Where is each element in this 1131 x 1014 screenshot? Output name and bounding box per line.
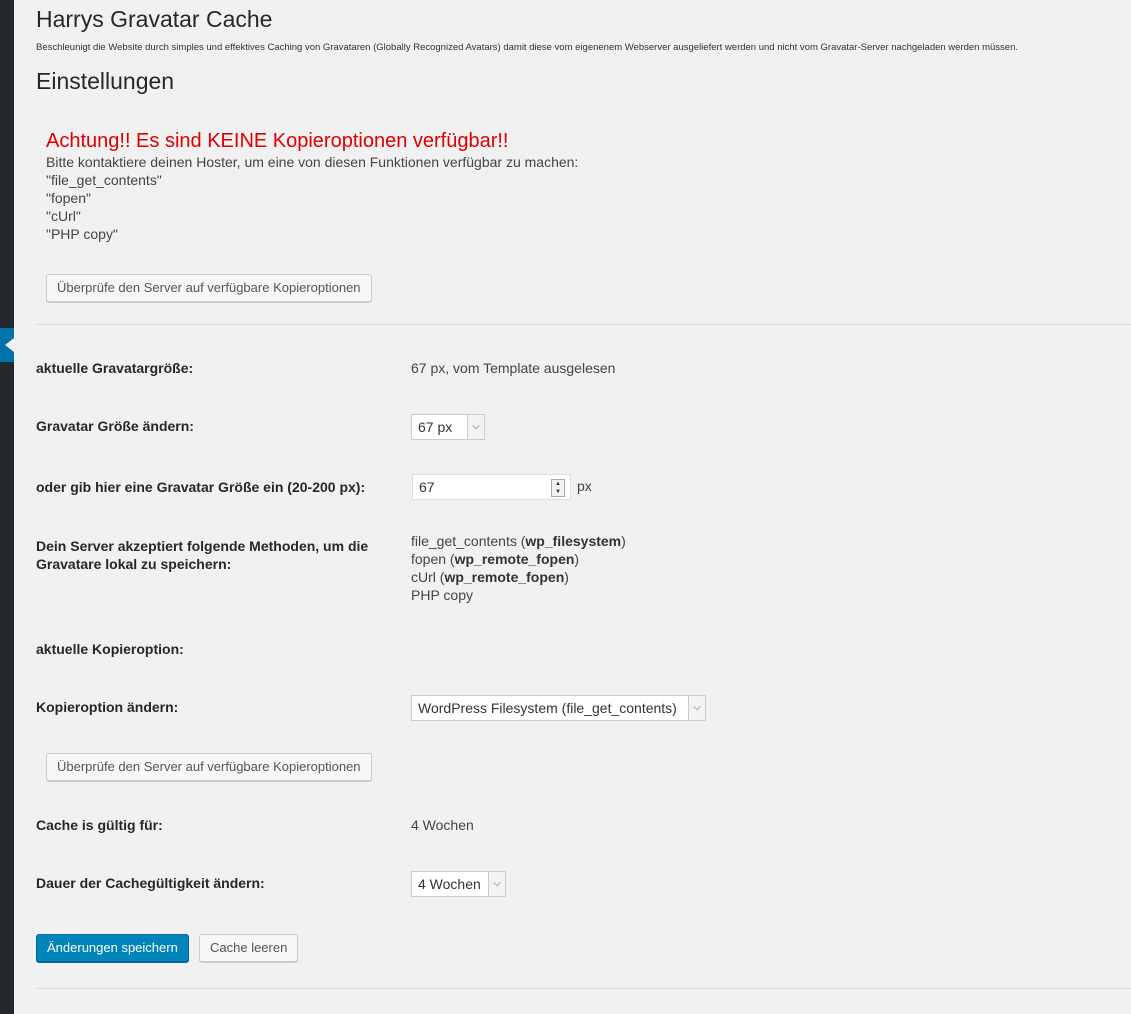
method-item: PHP copy <box>411 587 473 603</box>
custom-size-label: oder gib hier eine Gravatar Größe ein (2… <box>36 479 366 495</box>
divider <box>36 988 1131 989</box>
current-copy-label: aktuelle Kopieroption: <box>36 641 184 657</box>
warning-title: Achtung!! Es sind KEINE Kopieroptionen v… <box>46 130 509 152</box>
method-item: fopen (wp_remote_fopen) <box>411 551 580 567</box>
copy-option-select[interactable]: WordPress Filesystem (file_get_contents)… <box>411 695 706 721</box>
custom-size-value: 67 <box>419 479 435 495</box>
chevron-down-icon: ⌵ <box>488 872 505 896</box>
main-content: Harrys Gravatar Cache Beschleunigt die W… <box>36 0 1131 1014</box>
admin-sidebar <box>0 0 14 1014</box>
spin-down-icon[interactable]: ▼ <box>552 488 564 496</box>
current-menu-arrow-icon <box>5 338 14 352</box>
chevron-down-icon: ⌵ <box>688 696 705 720</box>
cache-valid-value: 4 Wochen <box>411 817 474 833</box>
plugin-description: Beschleunigt die Website durch simples u… <box>36 42 1019 53</box>
spin-up-icon[interactable]: ▲ <box>552 480 564 488</box>
number-spinner[interactable]: ▲ ▼ <box>551 479 565 497</box>
page-title: Harrys Gravatar Cache <box>36 6 273 32</box>
custom-size-unit: px <box>577 478 592 494</box>
check-server-button-top[interactable]: Überprüfe den Server auf verfügbare Kopi… <box>46 274 372 302</box>
chevron-down-icon: ⌵ <box>467 415 484 439</box>
function-item: "PHP copy" <box>46 226 118 242</box>
method-item: cUrl (wp_remote_fopen) <box>411 569 569 585</box>
custom-size-input[interactable]: 67 ▲ ▼ <box>412 474 571 500</box>
gravatar-size-select[interactable]: 67 px ⌵ <box>411 414 485 440</box>
gravatar-size-selected: 67 px <box>418 419 453 435</box>
current-size-value: 67 px, vom Template ausgelesen <box>411 360 616 376</box>
function-item: "fopen" <box>46 190 91 206</box>
methods-list: file_get_contents (wp_filesystem) fopen … <box>411 532 626 604</box>
methods-label: Dein Server akzeptiert folgende Methoden… <box>36 538 369 572</box>
change-size-label: Gravatar Größe ändern: <box>36 418 194 434</box>
change-cache-label: Dauer der Cachegültigkeit ändern: <box>36 875 265 891</box>
section-title: Einstellungen <box>36 68 175 94</box>
divider <box>36 324 1131 325</box>
function-item: "file_get_contents" <box>46 172 162 188</box>
function-item: "cUrl" <box>46 208 81 224</box>
change-copy-label: Kopieroption ändern: <box>36 699 179 715</box>
cache-duration-select[interactable]: 4 Wochen ⌵ <box>411 871 506 897</box>
warning-box: Achtung!! Es sind KEINE Kopieroptionen v… <box>46 129 578 243</box>
check-server-button-bottom[interactable]: Überprüfe den Server auf verfügbare Kopi… <box>46 753 372 781</box>
warning-text: Bitte kontaktiere deinen Hoster, um eine… <box>46 154 579 170</box>
cache-valid-label: Cache is gültig für: <box>36 817 163 833</box>
method-item: file_get_contents (wp_filesystem) <box>411 533 626 549</box>
cache-duration-selected: 4 Wochen <box>418 876 481 892</box>
current-size-label: aktuelle Gravatargröße: <box>36 360 194 376</box>
copy-option-selected: WordPress Filesystem (file_get_contents) <box>418 700 677 716</box>
save-button[interactable]: Änderungen speichern <box>36 934 189 962</box>
clear-cache-button[interactable]: Cache leeren <box>199 934 299 962</box>
